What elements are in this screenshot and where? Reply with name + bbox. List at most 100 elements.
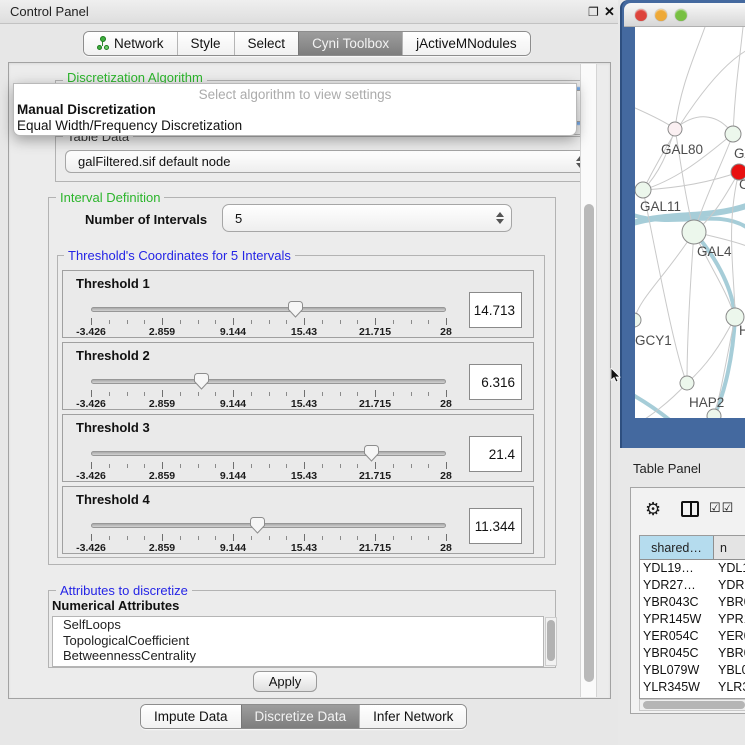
network-edge-thick[interactable] (635, 395, 680, 418)
table-hscroll-thumb[interactable] (643, 701, 745, 709)
network-node[interactable] (725, 126, 741, 142)
bottom-tab-infer-network[interactable]: Infer Network (359, 705, 466, 728)
network-canvas[interactable]: GAL80GACGAL11GAL4GCY1HAHAP2 (635, 27, 745, 418)
tab-style[interactable]: Style (177, 32, 234, 55)
mouse-cursor (610, 368, 622, 384)
control-panel-titlebar: Control Panel ❐ ✕ (0, 0, 618, 24)
threshold-slider-2[interactable]: -3.4262.8599.14415.4321.71528 (91, 373, 446, 409)
popup-placeholder: Select algorithm to view settings (14, 87, 576, 102)
threshold-value-field[interactable]: 14.713 (469, 292, 522, 328)
numerical-attributes-list[interactable]: SelfLoopsTopologicalCoefficientBetweenne… (52, 616, 544, 667)
tick-label: 2.859 (149, 398, 175, 410)
tab-label: Style (191, 36, 221, 51)
network-edge[interactable] (675, 27, 705, 129)
top-tab-bar: Network Style Select Cyni Toolbox jActiveMNo… (83, 31, 531, 56)
network-window-titlebar[interactable] (624, 3, 745, 27)
table-row[interactable]: YPR145WYPR1 (640, 611, 745, 628)
num-intervals-combo[interactable]: 5 (222, 204, 512, 232)
network-node[interactable] (635, 182, 651, 198)
threshold-slider-1[interactable]: -3.4262.8599.14415.4321.71528 (91, 301, 446, 337)
slider-thumb[interactable] (364, 445, 379, 462)
tab-select[interactable]: Select (234, 32, 299, 55)
threshold-box-3: Threshold 3-3.4262.8599.14415.4321.71528… (62, 414, 534, 482)
tick-label: 28 (440, 398, 452, 410)
network-view-window[interactable]: GAL80GACGAL11GAL4GCY1HAHAP2 (620, 0, 745, 448)
checkbox-icons[interactable]: ☑☑ (709, 500, 734, 516)
zoom-traffic-light-icon[interactable] (675, 9, 687, 21)
tab-jactivemnodules[interactable]: jActiveMNodules (402, 32, 530, 55)
network-edge[interactable] (643, 172, 739, 190)
table-panel: ⚙ ☑☑ shared… n YDL19…YDL1YDR27…YDR2YBR04… (630, 487, 745, 714)
tab-cyni-toolbox[interactable]: Cyni Toolbox (298, 32, 402, 55)
node-table: shared… n YDL19…YDL1YDR27…YDR2YBR043CYBR… (639, 535, 745, 699)
network-edge[interactable] (733, 27, 743, 134)
table-row[interactable]: YER054CYER0 (640, 628, 745, 645)
slider-thumb[interactable] (250, 517, 265, 534)
table-row[interactable]: YDR27…YDR2 (640, 577, 745, 594)
gear-icon[interactable]: ⚙ (645, 499, 661, 520)
network-node[interactable] (635, 313, 641, 327)
threshold-label: Threshold 1 (76, 276, 150, 291)
tab-label: Discretize Data (255, 709, 347, 724)
network-node[interactable] (682, 220, 706, 244)
panel-scrollbar[interactable] (580, 64, 597, 697)
network-node[interactable] (707, 409, 721, 418)
threshold-value-field[interactable]: 6.316 (469, 364, 522, 400)
network-edge[interactable] (687, 232, 694, 383)
tick-label: 2.859 (149, 326, 175, 338)
table-row[interactable]: YBL079WYBL0 (640, 662, 745, 679)
num-intervals-value: 5 (235, 211, 242, 226)
float-window-icon[interactable]: ❐ (588, 5, 599, 19)
tab-label: Cyni Toolbox (312, 36, 389, 51)
bottom-tab-impute-data[interactable]: Impute Data (141, 705, 241, 728)
network-edge[interactable] (635, 232, 694, 320)
table-row[interactable]: YBR043CYBR0 (640, 594, 745, 611)
table-panel-title: Table Panel (633, 461, 701, 476)
close-traffic-light-icon[interactable] (635, 9, 647, 21)
close-icon[interactable]: ✕ (604, 4, 615, 20)
table-row[interactable]: YLR345WYLR3 (640, 679, 745, 696)
columns-layout-icon[interactable] (681, 501, 699, 517)
tab-network[interactable]: Network (84, 32, 177, 55)
threshold-value-field[interactable]: 11.344 (469, 508, 522, 544)
tick-label: -3.426 (76, 470, 106, 482)
minimize-traffic-light-icon[interactable] (655, 9, 667, 21)
network-node[interactable] (680, 376, 694, 390)
network-node-label: HA (739, 323, 745, 338)
attribute-item[interactable]: BetweennessCentrality (53, 648, 543, 664)
slider-thumb[interactable] (194, 373, 209, 390)
threshold-box-1: Threshold 1 -3.4262.8599.14415.4321.71528… (62, 270, 534, 338)
table-row[interactable]: YDL19…YDL1 (640, 560, 745, 577)
panel-scrollbar-thumb[interactable] (584, 204, 594, 682)
network-node-label: HAP2 (689, 395, 724, 410)
popup-option-equal-width[interactable]: Equal Width/Frequency Discretization (17, 118, 242, 133)
tick-label: 9.144 (220, 542, 246, 554)
control-panel: Control Panel ❐ ✕ Network Style Select Cyni… (0, 0, 618, 745)
tick-label: 9.144 (220, 398, 246, 410)
threshold-value-field[interactable]: 21.4 (469, 436, 522, 472)
column-header-name[interactable]: n (714, 536, 745, 559)
threshold-slider-3[interactable]: -3.4262.8599.14415.4321.71528 (91, 445, 446, 481)
popup-option-manual[interactable]: Manual Discretization (17, 102, 156, 117)
stepper-arrows-icon (495, 212, 504, 224)
table-data-combo[interactable]: galFiltered.sif default node (65, 150, 592, 173)
tick-label: -3.426 (76, 398, 106, 410)
table-horizontal-scrollbar[interactable] (639, 699, 745, 711)
attributes-group-title: Attributes to discretize (56, 583, 192, 598)
algorithm-dropdown-popup: Select algorithm to view settings Manual… (13, 83, 577, 136)
slider-thumb[interactable] (288, 301, 303, 318)
network-graph[interactable]: GAL80GACGAL11GAL4GCY1HAHAP2 (635, 27, 745, 418)
network-node[interactable] (668, 122, 682, 136)
threshold-slider-4[interactable]: -3.4262.8599.14415.4321.71528 (91, 517, 446, 553)
attributes-scrollbar[interactable] (545, 617, 557, 666)
tick-label: 9.144 (220, 470, 246, 482)
bottom-tab-discretize-data[interactable]: Discretize Data (241, 705, 360, 728)
attribute-item[interactable]: TopologicalCoefficient (53, 633, 543, 649)
apply-button[interactable]: Apply (253, 671, 317, 692)
network-node-label: GA (734, 146, 745, 161)
column-header-shared[interactable]: shared… (640, 536, 714, 559)
network-tree-icon (97, 36, 109, 51)
table-row[interactable]: YBR045CYBR0 (640, 645, 745, 662)
threshold-box-4: Threshold 4-3.4262.8599.14415.4321.71528… (62, 486, 534, 554)
attribute-item[interactable]: SelfLoops (53, 617, 543, 633)
